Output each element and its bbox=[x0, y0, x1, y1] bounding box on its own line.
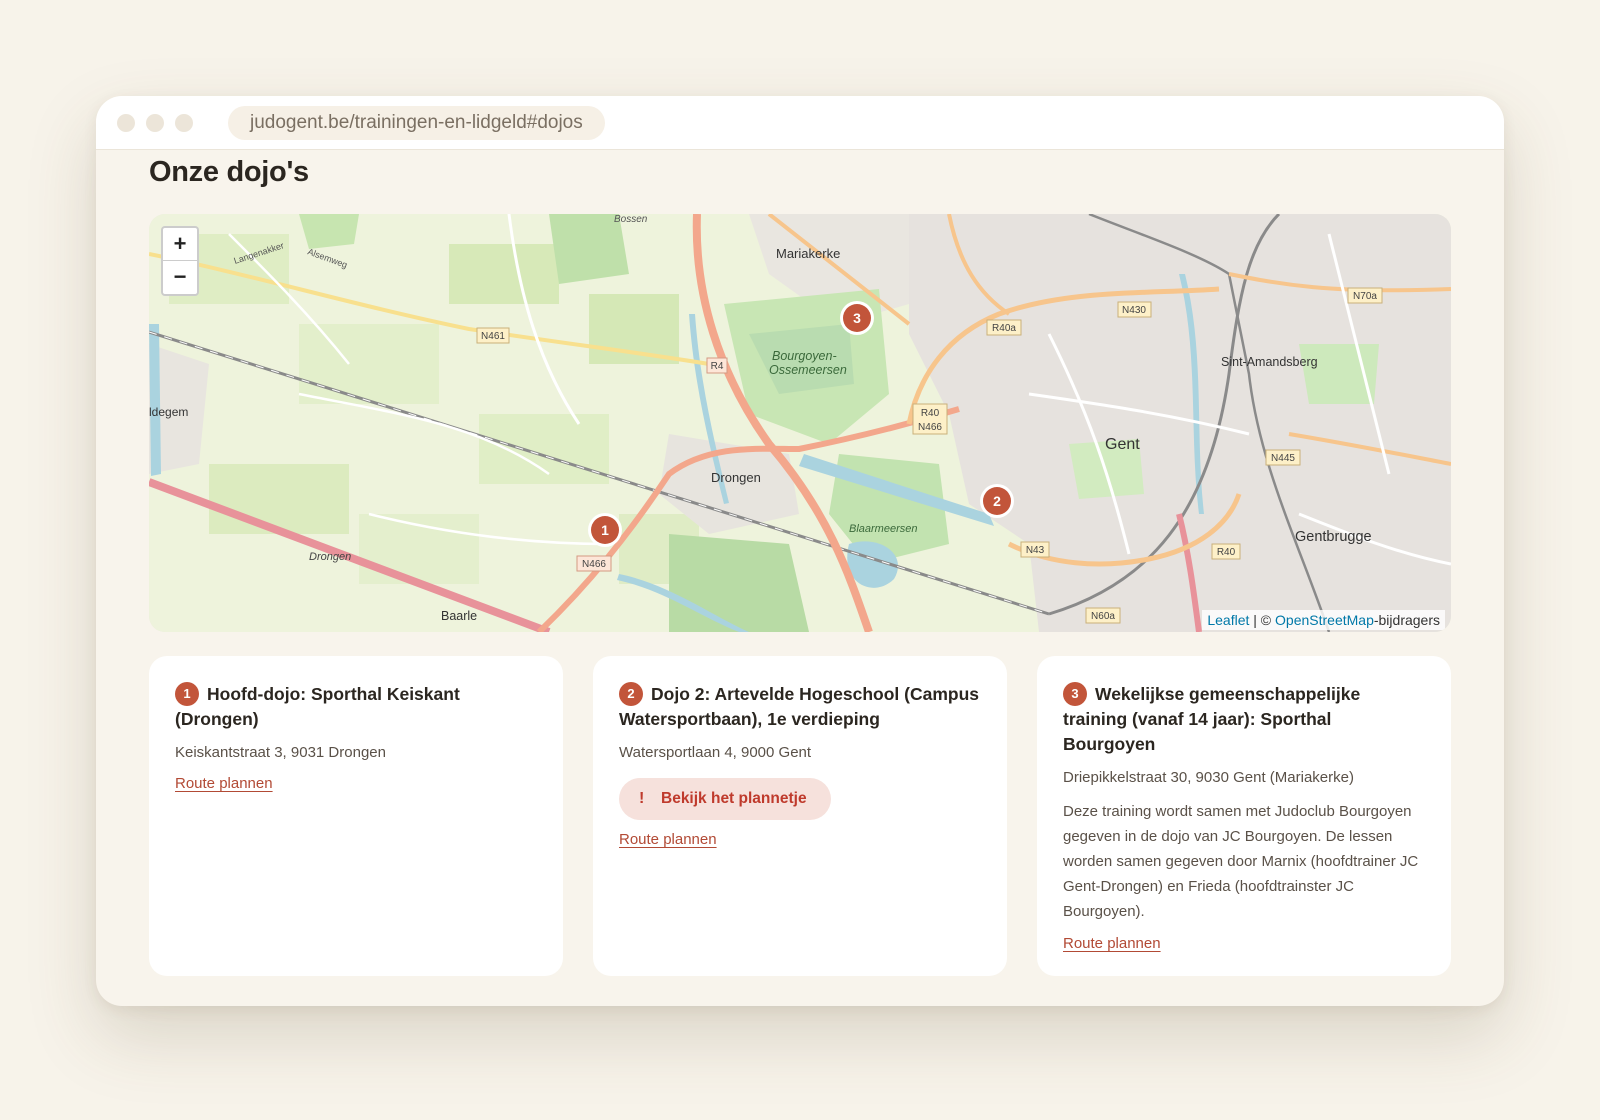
label-edge-west: ldegem bbox=[149, 405, 188, 419]
plan-button-label: Bekijk het plannetje bbox=[661, 790, 807, 807]
route-plannen-link[interactable]: Route plannen bbox=[619, 831, 717, 848]
dojo-card-title: 1 Hoofd-dojo: Sporthal Keiskant (Drongen) bbox=[175, 682, 537, 732]
window-minimize-dot[interactable] bbox=[146, 114, 164, 132]
dojo-number-badge: 2 bbox=[619, 682, 643, 706]
road-n430: N430 bbox=[1122, 305, 1146, 316]
road-n466-b: N466 bbox=[582, 559, 606, 570]
label-gent: Gent bbox=[1105, 436, 1140, 453]
map-marker-1[interactable]: 1 bbox=[588, 513, 622, 547]
road-r40a: R40a bbox=[992, 323, 1016, 334]
dojo-map[interactable]: Mariakerke Sint-Amandsberg Gent Drongen … bbox=[149, 214, 1451, 632]
dojo-card-title: 3 Wekelijkse gemeenschappelijke training … bbox=[1063, 682, 1425, 757]
label-bossen: Bossen bbox=[614, 214, 648, 225]
dojo-card-title: 2 Dojo 2: Artevelde Hogeschool (Campus Wa… bbox=[619, 682, 981, 732]
page-title: Onze dojo's bbox=[149, 156, 309, 188]
svg-text:3: 3 bbox=[853, 310, 861, 326]
road-n461: N461 bbox=[481, 331, 505, 342]
map-zoom-control: + − bbox=[161, 226, 199, 296]
map-tiles: Mariakerke Sint-Amandsberg Gent Drongen … bbox=[149, 214, 1451, 632]
dojo-card-1: 1 Hoofd-dojo: Sporthal Keiskant (Drongen)… bbox=[149, 656, 563, 976]
road-r40: R40 bbox=[921, 408, 940, 419]
road-n60a: N60a bbox=[1091, 611, 1115, 622]
label-drongen: Drongen bbox=[711, 470, 761, 485]
window-maximize-dot[interactable] bbox=[175, 114, 193, 132]
road-r4: R4 bbox=[711, 361, 724, 372]
road-n70a: N70a bbox=[1353, 291, 1377, 302]
road-n43: N43 bbox=[1026, 545, 1045, 556]
svg-text:2: 2 bbox=[993, 493, 1001, 509]
route-plannen-link[interactable]: Route plannen bbox=[175, 775, 273, 792]
openstreetmap-link[interactable]: OpenStreetMap bbox=[1275, 612, 1374, 628]
window-close-dot[interactable] bbox=[117, 114, 135, 132]
dojo-title-text: Dojo 2: Artevelde Hogeschool (Campus Wat… bbox=[619, 684, 980, 729]
svg-text:1: 1 bbox=[601, 522, 609, 538]
label-ossemeersen: Ossemeersen bbox=[769, 363, 847, 377]
label-gentbrugge: Gentbrugge bbox=[1295, 529, 1372, 545]
road-r40-b: R40 bbox=[1217, 547, 1236, 558]
browser-titlebar: judogent.be/trainingen-en-lidgeld#dojos bbox=[96, 96, 1504, 150]
label-mariakerke: Mariakerke bbox=[776, 246, 840, 261]
exclamation-icon: ! bbox=[639, 790, 645, 807]
dojo-number-badge: 3 bbox=[1063, 682, 1087, 706]
road-n466-a: N466 bbox=[918, 422, 942, 433]
browser-window: judogent.be/trainingen-en-lidgeld#dojos … bbox=[96, 96, 1504, 1006]
label-drongen-small: Drongen bbox=[309, 551, 351, 563]
zoom-in-button[interactable]: + bbox=[163, 228, 197, 261]
zoom-out-button[interactable]: − bbox=[163, 261, 197, 293]
route-plannen-link[interactable]: Route plannen bbox=[1063, 935, 1161, 952]
attribution-separator: | © bbox=[1249, 612, 1276, 628]
dojo-card-2: 2 Dojo 2: Artevelde Hogeschool (Campus Wa… bbox=[593, 656, 1007, 976]
dojo-description: Deze training wordt samen met Judoclub B… bbox=[1063, 803, 1419, 920]
address-bar[interactable]: judogent.be/trainingen-en-lidgeld#dojos bbox=[228, 106, 605, 140]
dojo-number-badge: 1 bbox=[175, 682, 199, 706]
label-blaarmeersen: Blaarmeersen bbox=[849, 523, 917, 535]
bekijk-plannetje-button[interactable]: ! Bekijk het plannetje bbox=[619, 778, 831, 820]
road-n445: N445 bbox=[1271, 453, 1295, 464]
label-baarle: Baarle bbox=[441, 609, 477, 623]
map-marker-3[interactable]: 3 bbox=[840, 301, 874, 335]
dojo-address: Watersportlaan 4, 9000 Gent bbox=[619, 744, 812, 761]
dojo-address: Keiskantstraat 3, 9031 Drongen bbox=[175, 744, 386, 761]
leaflet-link[interactable]: Leaflet bbox=[1207, 612, 1249, 628]
attribution-suffix: -bijdragers bbox=[1373, 612, 1440, 628]
map-marker-2[interactable]: 2 bbox=[980, 484, 1014, 518]
dojo-title-text: Hoofd-dojo: Sporthal Keiskant (Drongen) bbox=[175, 684, 460, 729]
dojo-address: Driepikkelstraat 30, 9030 Gent (Mariaker… bbox=[1063, 769, 1354, 786]
label-bourgoyen: Bourgoyen- bbox=[772, 349, 837, 363]
label-sint-amandsberg: Sint-Amandsberg bbox=[1221, 355, 1318, 369]
dojo-card-3: 3 Wekelijkse gemeenschappelijke training … bbox=[1037, 656, 1451, 976]
dojo-title-text: Wekelijkse gemeenschappelijke training (… bbox=[1063, 684, 1361, 754]
map-attribution: Leaflet | © OpenStreetMap-bijdragers bbox=[1202, 610, 1445, 630]
dojo-cards: 1 Hoofd-dojo: Sporthal Keiskant (Drongen)… bbox=[149, 656, 1451, 976]
